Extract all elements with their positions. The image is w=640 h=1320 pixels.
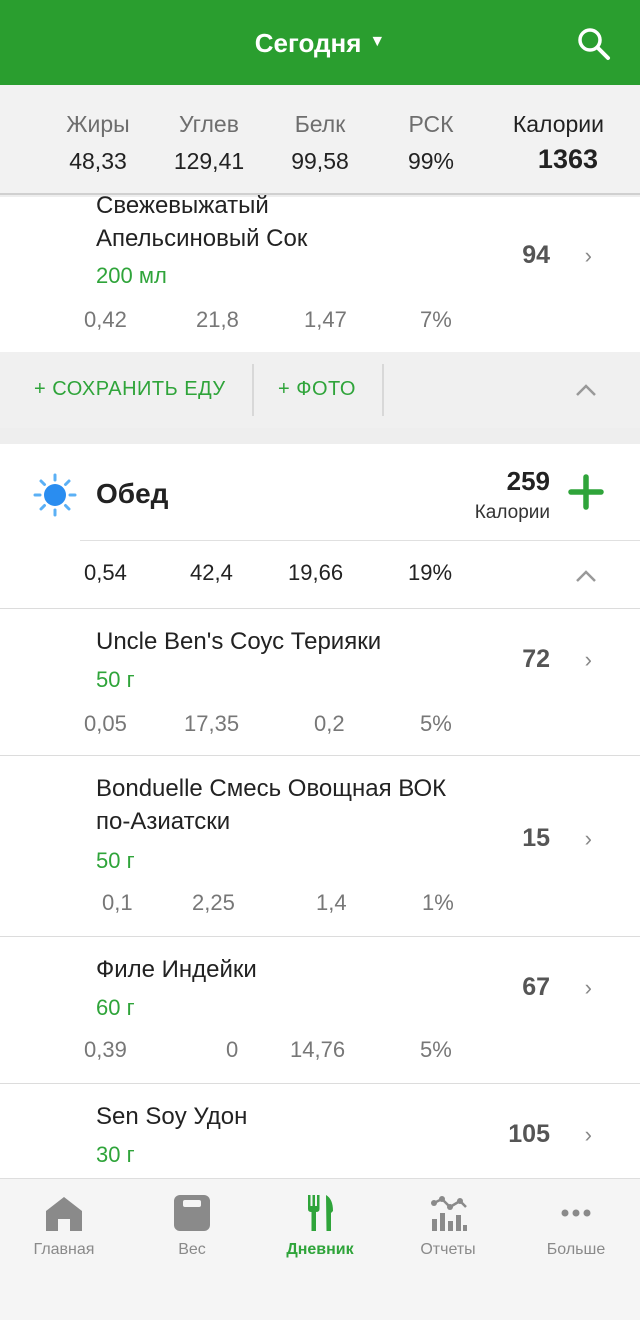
more-icon bbox=[561, 1209, 591, 1217]
food-protein: 0,2 bbox=[314, 711, 345, 736]
food-rdi: 1% bbox=[422, 890, 454, 915]
meal-calories: 259 bbox=[506, 466, 550, 496]
divider bbox=[252, 364, 254, 416]
summary-value: 99,58 bbox=[291, 148, 349, 174]
scale-icon bbox=[174, 1195, 210, 1231]
add-food-plus-icon[interactable] bbox=[568, 474, 604, 510]
food-item[interactable]: Свежевыжатый Апельсиновый Сок 200 мл 94 … bbox=[0, 192, 640, 352]
food-name: Свежевыжатый bbox=[96, 192, 269, 219]
food-carbs: 0 bbox=[226, 1037, 239, 1062]
food-calories: 15 bbox=[522, 824, 550, 852]
chevron-right-icon: › bbox=[584, 975, 592, 1000]
chevron-right-icon: › bbox=[584, 243, 592, 268]
summary-label: Жиры bbox=[66, 111, 130, 137]
food-quantity: 200 мл bbox=[96, 263, 167, 288]
food-name-line2: Апельсиновый Сок bbox=[96, 225, 308, 252]
food-name-line2: по-Азиатски bbox=[96, 808, 231, 835]
summary-value: 99% bbox=[407, 148, 455, 174]
food-carbs: 21,8 bbox=[196, 307, 239, 332]
food-fat: 0,05 bbox=[84, 711, 127, 736]
date-title: Сегодня bbox=[254, 28, 362, 58]
date-selector[interactable]: Сегодня ▼ bbox=[0, 28, 640, 59]
nav-label: Больше bbox=[546, 1241, 606, 1258]
meal-calories-label: Калории bbox=[474, 502, 550, 523]
nav-diary[interactable]: Дневник bbox=[256, 1191, 384, 1259]
summary-calories: Калории 1363 bbox=[494, 111, 604, 175]
daily-summary: Жиры 48,33 Углев 129,41 Белк 99,58 РСК 9… bbox=[0, 85, 640, 195]
food-name: Филе Индейки bbox=[96, 956, 257, 983]
food-quantity: 50 г bbox=[96, 848, 135, 873]
food-fat: 0,39 bbox=[84, 1037, 127, 1062]
food-protein: 1,4 bbox=[316, 890, 347, 915]
food-carbs: 17,35 bbox=[184, 711, 240, 736]
food-calories: 105 bbox=[508, 1120, 550, 1148]
summary-value: 48,33 bbox=[69, 148, 127, 174]
food-calories: 67 bbox=[522, 973, 550, 1001]
summary-label: Белк bbox=[294, 111, 346, 137]
nav-weight[interactable]: Вес bbox=[128, 1191, 256, 1259]
summary-label: РСК bbox=[408, 111, 454, 137]
collapse-icon[interactable] bbox=[574, 382, 598, 398]
nav-more[interactable]: Больше bbox=[512, 1191, 640, 1259]
app-header: Сегодня ▼ bbox=[0, 0, 640, 85]
nav-label: Дневник bbox=[286, 1241, 354, 1258]
food-quantity: 60 г bbox=[96, 995, 135, 1020]
fork-knife-icon bbox=[308, 1195, 333, 1231]
summary-value: 1363 bbox=[537, 144, 598, 174]
food-calories: 94 bbox=[522, 241, 550, 269]
food-quantity: 50 г bbox=[96, 667, 135, 692]
food-item[interactable]: Uncle Ben's Соус Терияки 50 г 72 › 0,05 … bbox=[0, 609, 640, 755]
food-protein: 1,47 bbox=[304, 307, 347, 332]
home-icon bbox=[46, 1197, 82, 1231]
summary-label: Калории bbox=[512, 111, 604, 137]
nav-label: Отчеты bbox=[420, 1241, 476, 1258]
summary-value: 129,41 bbox=[173, 148, 245, 174]
food-fat: 0,1 bbox=[102, 890, 133, 915]
meal-rdi: 19% bbox=[408, 560, 453, 585]
divider bbox=[382, 364, 384, 416]
meal-fat: 0,54 bbox=[84, 560, 127, 585]
bottom-nav: Главная Вес Дневник Отчеты Больше bbox=[0, 1178, 640, 1320]
save-food-button[interactable]: + СОХРАНИТЬ ЕДУ bbox=[34, 378, 226, 401]
summary-carbs: Углев 129,41 bbox=[166, 111, 252, 175]
food-rdi: 5% bbox=[420, 711, 452, 736]
summary-label: Углев bbox=[179, 111, 239, 137]
meal-nutrient-totals: 0,54 42,4 19,66 19% bbox=[0, 540, 640, 608]
nav-label: Главная bbox=[33, 1241, 95, 1258]
meal-carbs: 42,4 bbox=[190, 560, 233, 585]
add-photo-button[interactable]: + ФОТО bbox=[278, 378, 356, 401]
food-name: Uncle Ben's Соус Терияки bbox=[96, 628, 382, 655]
food-item[interactable]: Филе Индейки 60 г 67 › 0,39 0 14,76 5% bbox=[0, 937, 640, 1083]
food-protein: 14,76 bbox=[290, 1037, 346, 1062]
summary-rdi: РСК 99% bbox=[396, 111, 466, 175]
meal-section-lunch: Обед 259 Калории 0,54 42,4 19,66 19% bbox=[0, 444, 640, 608]
food-quantity: 30 г bbox=[96, 1142, 135, 1167]
food-calories: 72 bbox=[522, 645, 550, 673]
nav-reports[interactable]: Отчеты bbox=[384, 1191, 512, 1259]
summary-protein: Белк 99,58 bbox=[280, 111, 360, 175]
summary-fat: Жиры 48,33 bbox=[62, 111, 134, 175]
nav-home[interactable]: Главная bbox=[0, 1191, 128, 1259]
food-name: Sen Soy Удон bbox=[96, 1103, 248, 1130]
chart-icon bbox=[431, 1196, 467, 1231]
food-item[interactable]: Sen Soy Удон 30 г 105 › bbox=[0, 1084, 640, 1178]
meal-action-bar: + СОХРАНИТЬ ЕДУ + ФОТО bbox=[0, 352, 640, 428]
food-carbs: 2,25 bbox=[192, 890, 235, 915]
sun-icon bbox=[33, 473, 77, 517]
meal-title: Обед bbox=[96, 478, 169, 509]
food-name: Bonduelle Смесь Овощная ВОК bbox=[96, 775, 447, 802]
caret-down-icon: ▼ bbox=[369, 33, 386, 51]
food-rdi: 7% bbox=[420, 307, 452, 332]
food-rdi: 5% bbox=[420, 1037, 452, 1062]
nav-label: Вес bbox=[178, 1241, 206, 1258]
search-icon[interactable] bbox=[576, 26, 612, 62]
chevron-right-icon: › bbox=[584, 1122, 592, 1147]
food-item[interactable]: Bonduelle Смесь Овощная ВОК по-Азиатски … bbox=[0, 756, 640, 936]
chevron-right-icon: › bbox=[584, 647, 592, 672]
collapse-icon[interactable] bbox=[574, 568, 598, 584]
chevron-right-icon: › bbox=[584, 826, 592, 851]
food-fat: 0,42 bbox=[84, 307, 127, 332]
meal-protein: 19,66 bbox=[288, 560, 344, 585]
